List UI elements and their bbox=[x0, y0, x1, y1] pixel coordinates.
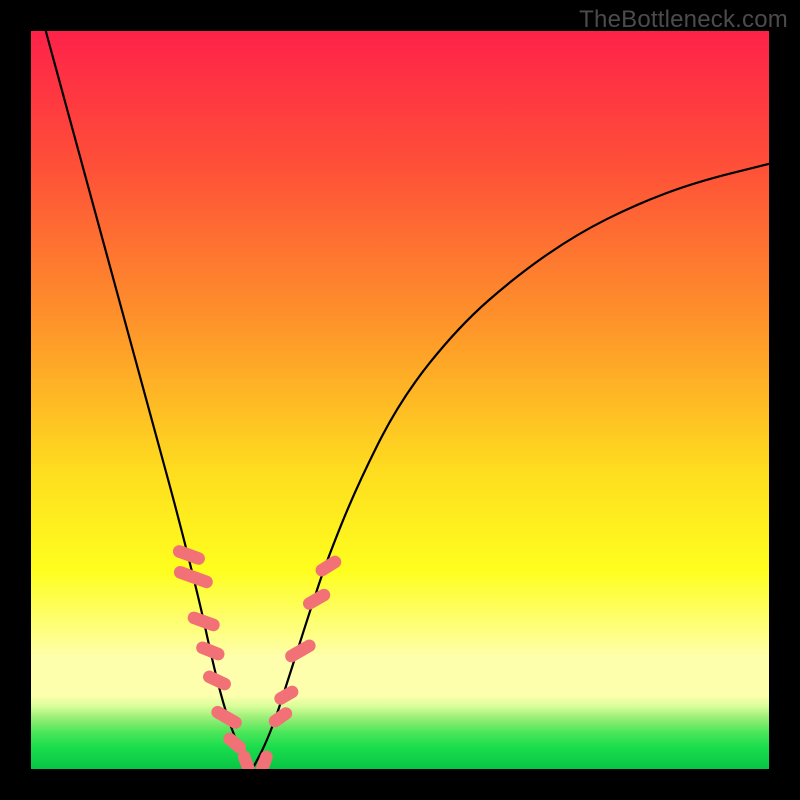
data-mark bbox=[194, 640, 226, 663]
data-mark bbox=[209, 704, 244, 731]
data-mark bbox=[186, 610, 221, 633]
data-mark bbox=[266, 705, 294, 730]
data-mark bbox=[171, 543, 206, 566]
chart-frame: TheBottleneck.com bbox=[0, 0, 800, 800]
data-mark bbox=[283, 637, 318, 664]
data-marks bbox=[31, 31, 769, 769]
data-mark bbox=[313, 553, 343, 579]
data-mark bbox=[201, 669, 233, 693]
plot-area bbox=[31, 31, 769, 769]
data-mark bbox=[172, 564, 214, 590]
data-mark bbox=[272, 683, 301, 707]
data-mark bbox=[254, 749, 275, 769]
watermark-text: TheBottleneck.com bbox=[579, 6, 788, 34]
data-mark bbox=[301, 586, 333, 612]
